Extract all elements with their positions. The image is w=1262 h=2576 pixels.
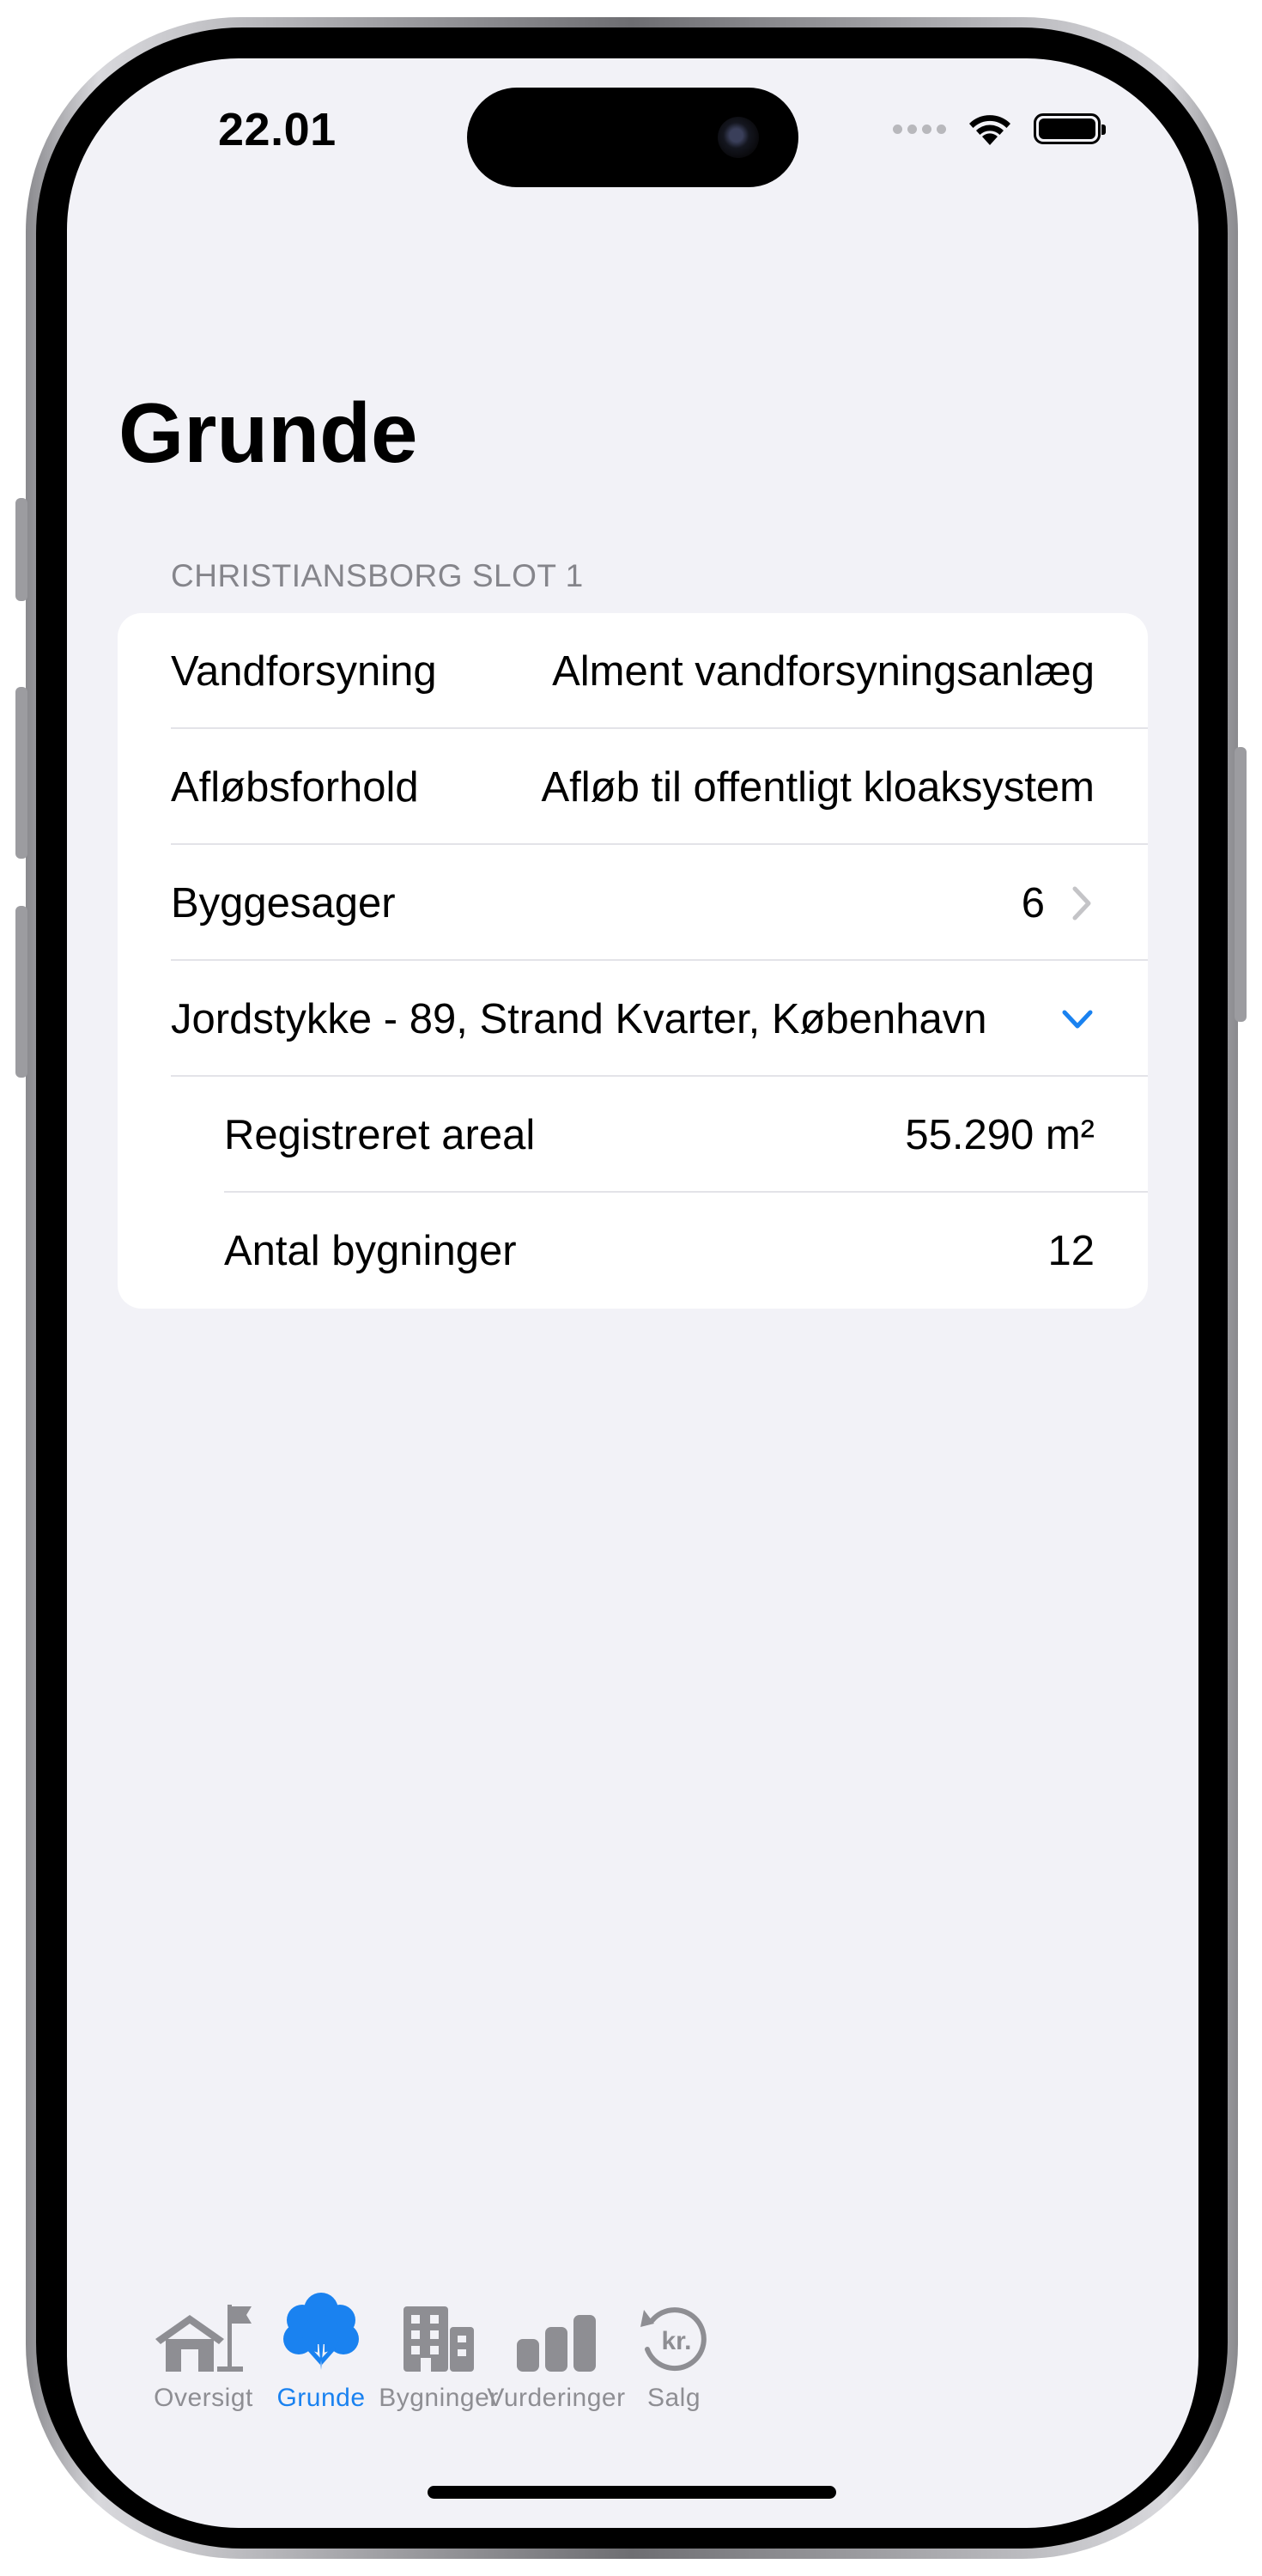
row-jordstykke-disclosure[interactable]: Jordstykke - 89, Strand Kvarter, Københa… bbox=[118, 961, 1148, 1077]
battery-icon bbox=[1034, 113, 1106, 144]
row-value: 6 bbox=[1021, 879, 1045, 927]
cellular-signal-icon bbox=[893, 124, 946, 134]
tab-salg[interactable]: kr. Salg bbox=[579, 2291, 768, 2413]
dynamic-island bbox=[467, 88, 798, 187]
row-byggesager[interactable]: Byggesager 6 bbox=[118, 845, 1148, 961]
wifi-icon bbox=[969, 115, 1010, 145]
status-time: 22.01 bbox=[218, 104, 337, 155]
row-label: Antal bygninger bbox=[224, 1227, 517, 1274]
row-label: Registreret areal bbox=[224, 1111, 536, 1158]
chevron-right-icon bbox=[1072, 886, 1091, 920]
kr-history-icon: kr. bbox=[640, 2307, 707, 2372]
row-label: Vandforsyning bbox=[171, 647, 437, 695]
screen: 22.01 Grunde CHRISTIANSBORG SLOT 1 Vandf… bbox=[67, 58, 1198, 2528]
row-value: Afløb til offentligt kloaksystem bbox=[541, 763, 1095, 811]
svg-text:kr.: kr. bbox=[661, 2327, 691, 2355]
home-indicator[interactable] bbox=[428, 2486, 836, 2499]
row-registreret-areal: Registreret areal 55.290 m² bbox=[118, 1077, 1148, 1193]
row-value: 12 bbox=[1047, 1227, 1095, 1274]
row-vandforsyning: Vandforsyning Alment vandforsyningsanlæg bbox=[118, 613, 1148, 729]
property-details-card: Vandforsyning Alment vandforsyningsanlæg… bbox=[118, 613, 1148, 1309]
power-button bbox=[1235, 747, 1247, 1022]
row-label: Afløbsforhold bbox=[171, 763, 419, 811]
page-title: Grunde bbox=[118, 386, 418, 480]
tab-bar: Oversigt Grunde Bygninger Vurderinger kr… bbox=[67, 2291, 1198, 2445]
row-label: Byggesager bbox=[171, 879, 396, 927]
tab-label: Salg bbox=[646, 2384, 701, 2412]
row-value: Alment vandforsyningsanlæg bbox=[552, 647, 1095, 695]
volume-down-button bbox=[15, 906, 27, 1078]
row-value: 55.290 m² bbox=[905, 1111, 1095, 1158]
row-label: Jordstykke - 89, Strand Kvarter, Københa… bbox=[171, 995, 987, 1042]
row-afloebsforhold: Afløbsforhold Afløb til offentligt kloak… bbox=[118, 729, 1148, 845]
chevron-down-icon bbox=[1062, 1010, 1093, 1028]
status-icons bbox=[893, 112, 1106, 146]
volume-up-button bbox=[15, 687, 27, 859]
row-antal-bygninger: Antal bygninger 12 bbox=[118, 1193, 1148, 1309]
action-button bbox=[15, 498, 27, 601]
section-header: CHRISTIANSBORG SLOT 1 bbox=[171, 558, 584, 593]
front-camera bbox=[718, 117, 759, 158]
